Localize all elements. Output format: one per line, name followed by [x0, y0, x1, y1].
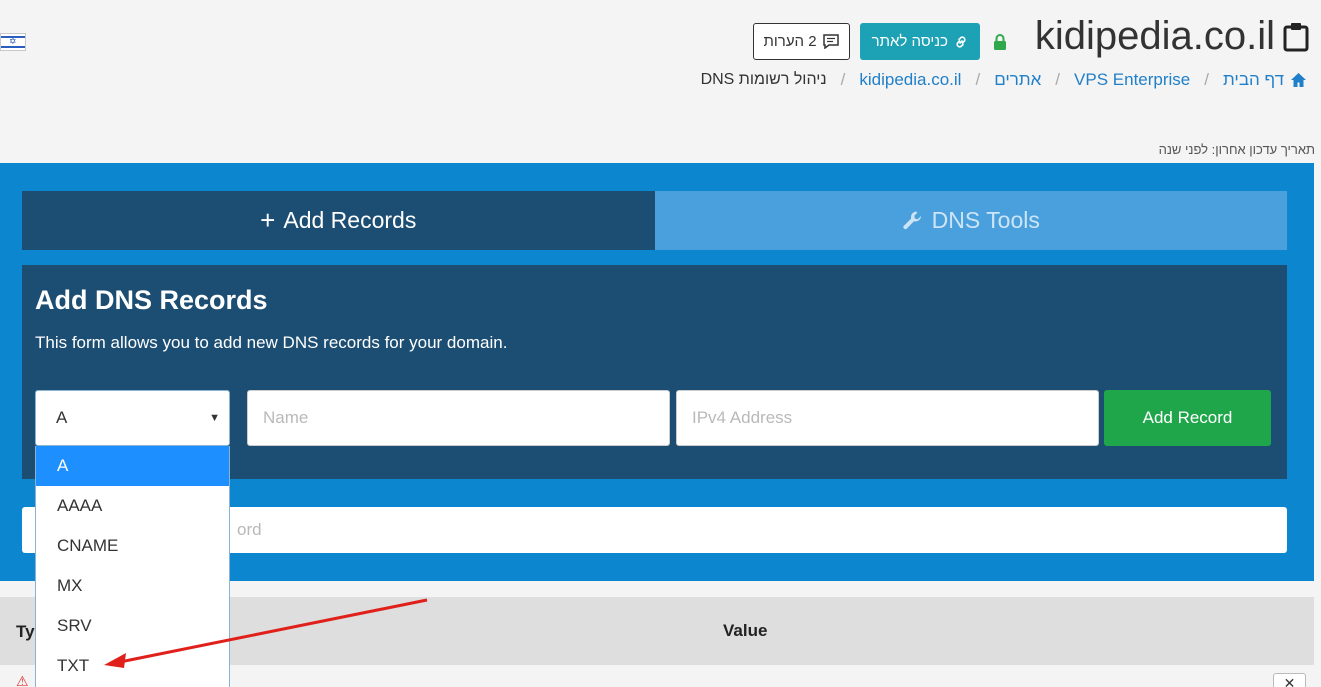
language-flag-icon[interactable]: ✡: [0, 33, 26, 51]
breadcrumb-domain[interactable]: kidipedia.co.il: [859, 70, 961, 90]
caret-down-icon: ▼: [209, 412, 220, 424]
delete-record-button[interactable]: ✕: [1273, 673, 1306, 687]
add-record-button[interactable]: Add Record: [1104, 390, 1271, 446]
breadcrumb-home[interactable]: דף הבית: [1223, 70, 1284, 90]
login-button-label: כניסה לאתר: [871, 33, 948, 50]
breadcrumb-separator: /: [840, 70, 846, 89]
record-type-dropdown: A AAAA CNAME MX SRV TXT: [35, 446, 230, 687]
breadcrumb-separator: /: [1055, 70, 1061, 89]
tab-add-records-label: Add Records: [283, 207, 417, 233]
comment-icon: [822, 34, 839, 49]
dropdown-option-mx[interactable]: MX: [36, 566, 229, 606]
tab-dns-tools-label: DNS Tools: [931, 207, 1040, 233]
dropdown-option-a[interactable]: A: [36, 446, 229, 486]
breadcrumb-sites[interactable]: אתרים: [994, 70, 1041, 90]
dropdown-option-txt[interactable]: TXT: [36, 646, 229, 686]
link-icon: [956, 35, 966, 48]
record-type-select[interactable]: A ▼: [35, 390, 230, 446]
clipboard-icon[interactable]: [1283, 22, 1309, 52]
form-description: This form allows you to add new DNS reco…: [35, 333, 508, 352]
login-button[interactable]: כניסה לאתר: [859, 23, 980, 60]
name-input[interactable]: Name: [247, 390, 670, 446]
site-title: kidipedia.co.il: [1035, 14, 1309, 59]
breadcrumb-separator: /: [975, 70, 981, 89]
last-updated-text: תאריך עדכון אחרון: לפני שנה: [1158, 142, 1315, 157]
breadcrumb-separator: /: [1204, 70, 1209, 89]
column-header-value: Value: [723, 621, 768, 640]
tab-add-records[interactable]: + Add Records: [22, 191, 655, 250]
comments-button-label: 2 הערות: [763, 33, 817, 50]
wrench-icon: [903, 211, 921, 229]
tab-dns-tools[interactable]: DNS Tools: [654, 191, 1287, 250]
column-header-type: Ty: [16, 622, 35, 641]
record-type-value: A: [56, 408, 68, 427]
header-actions: 2 הערות כניסה לאתר: [752, 23, 1008, 60]
plus-icon: +: [260, 205, 276, 235]
breadcrumb-current: ניהול רשומות DNS: [700, 71, 827, 88]
lock-icon: [994, 33, 1006, 50]
dropdown-option-cname[interactable]: CNAME: [36, 526, 229, 566]
ipv4-address-input[interactable]: IPv4 Address: [676, 390, 1099, 446]
breadcrumb-vps[interactable]: VPS Enterprise: [1074, 70, 1190, 90]
tabs: + Add Records DNS Tools: [22, 191, 1287, 250]
warning-icon: ⚠: [16, 673, 29, 687]
dropdown-option-aaaa[interactable]: AAAA: [36, 486, 229, 526]
dropdown-option-srv[interactable]: SRV: [36, 606, 229, 646]
breadcrumb: דף הבית / VPS Enterprise / אתרים / kidip…: [701, 70, 1307, 90]
name-input-placeholder: Name: [263, 408, 309, 427]
ipv4-address-placeholder: IPv4 Address: [692, 408, 793, 427]
home-icon[interactable]: [1290, 72, 1307, 88]
search-placeholder: ord: [237, 520, 262, 539]
comments-button[interactable]: 2 הערות: [752, 23, 850, 60]
site-title-text: kidipedia.co.il: [1034, 14, 1275, 58]
form-title: Add DNS Records: [35, 285, 268, 315]
